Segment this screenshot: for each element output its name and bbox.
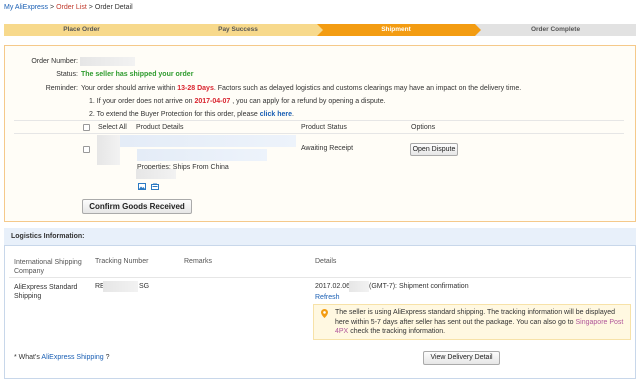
logistics-divider	[9, 277, 631, 278]
reminder-label: Reminder:	[45, 85, 78, 92]
whats-post: ?	[105, 354, 110, 361]
col-tracking-number: Tracking Number	[95, 258, 149, 265]
whats-pre: * What's	[14, 354, 40, 361]
notice-text: The seller is using AliExpress standard …	[335, 308, 628, 337]
open-dispute-button[interactable]: Open Dispute	[410, 143, 458, 156]
breadcrumb: My AliExpress > Order List > Order Detail	[4, 4, 133, 11]
refresh-link[interactable]: Refresh	[315, 294, 340, 301]
col-remarks: Remarks	[184, 258, 213, 265]
view-delivery-detail-button[interactable]: View Delivery Detail	[423, 351, 500, 365]
table-divider	[14, 133, 624, 134]
note-refund: 1. If your order does not arrive on 2017…	[89, 98, 386, 105]
col-product-status: Product Status	[301, 124, 347, 131]
note1-date: 2017-04-07	[194, 98, 231, 105]
note2-post: .	[292, 111, 294, 118]
col-shipping-company: International Shipping Company	[14, 259, 82, 275]
detail-date: 2017.02.06	[315, 283, 351, 290]
order-progress: Place Order Pay Success Shipment Order C…	[4, 24, 636, 36]
order-number-redacted	[80, 57, 135, 66]
reminder-post: . Factors such as delayed logistics and …	[213, 85, 522, 92]
reminder-text: Your order should arrive within 13-28 Da…	[81, 85, 521, 92]
note1-post: , you can apply for a refund by opening …	[232, 98, 386, 105]
product-thumbnail[interactable]	[97, 135, 120, 165]
product-checkbox[interactable]	[83, 146, 90, 153]
breadcrumb-separator: >	[88, 4, 93, 11]
step-arrow	[317, 24, 323, 36]
detail-location-redacted	[349, 281, 369, 292]
detail-text: (GMT-7): Shipment confirmation	[369, 283, 469, 290]
shipping-company: AliExpress Standard Shipping	[14, 284, 78, 300]
tracking-suffix: SG	[139, 283, 150, 290]
logistics-title: Logistics Information:	[4, 228, 636, 246]
step-pay-success: Pay Success	[159, 24, 323, 36]
note2-pre: 2. To extend the Buyer Protection for th…	[89, 111, 258, 118]
tracking-number-redacted	[103, 281, 138, 292]
col-product-details: Product Details	[136, 124, 184, 131]
step-label: Pay Success	[218, 26, 258, 33]
step-place-order: Place Order	[4, 24, 165, 36]
breadcrumb-current: Order Detail	[94, 4, 133, 11]
snapshot-icon[interactable]	[151, 183, 159, 190]
step-arrow	[475, 24, 481, 36]
aliexpress-shipping-link[interactable]: AliExpress Shipping	[41, 354, 103, 361]
product-title-redacted[interactable]	[120, 135, 296, 147]
step-shipment: Shipment	[317, 24, 481, 36]
reminder-days: 13-28 Days	[177, 85, 214, 92]
col-options: Options	[411, 124, 436, 131]
whats-shipping: * What's AliExpress Shipping ?	[14, 354, 110, 361]
select-all-label: Select All	[98, 124, 127, 131]
location-pin-icon	[321, 309, 328, 318]
product-status: Awaiting Receipt	[301, 145, 354, 152]
col-details: Details	[315, 258, 337, 265]
breadcrumb-separator: >	[49, 4, 55, 11]
step-label: Shipment	[381, 26, 411, 33]
breadcrumb-my-aliexpress[interactable]: My AliExpress	[4, 4, 48, 11]
step-order-complete: Order Complete	[475, 24, 636, 36]
order-number-label: Order Number:	[31, 58, 78, 65]
step-label: Order Complete	[530, 26, 581, 33]
product-title-redacted[interactable]	[137, 149, 267, 161]
reminder-pre: Your order should arrive within	[81, 85, 176, 92]
confirm-goods-received-button[interactable]: Confirm Goods Received	[82, 199, 192, 214]
select-all-checkbox[interactable]	[83, 124, 90, 131]
note-protection: 2. To extend the Buyer Protection for th…	[89, 111, 294, 118]
table-divider	[14, 120, 624, 121]
step-arrow	[159, 24, 165, 36]
notice-tail: check the tracking information.	[350, 328, 446, 335]
status-value: The seller has shipped your order	[81, 71, 194, 78]
breadcrumb-order-list[interactable]: Order List	[56, 4, 87, 11]
note1-pre: 1. If your order does not arrive on	[89, 98, 193, 105]
click-here-link[interactable]: click here	[260, 111, 292, 118]
notice-body: The seller is using AliExpress standard …	[335, 309, 616, 326]
product-price-redacted	[136, 169, 176, 179]
status-label: Status:	[56, 71, 78, 78]
image-icon[interactable]	[138, 183, 146, 190]
step-label: Place Order	[63, 26, 100, 33]
